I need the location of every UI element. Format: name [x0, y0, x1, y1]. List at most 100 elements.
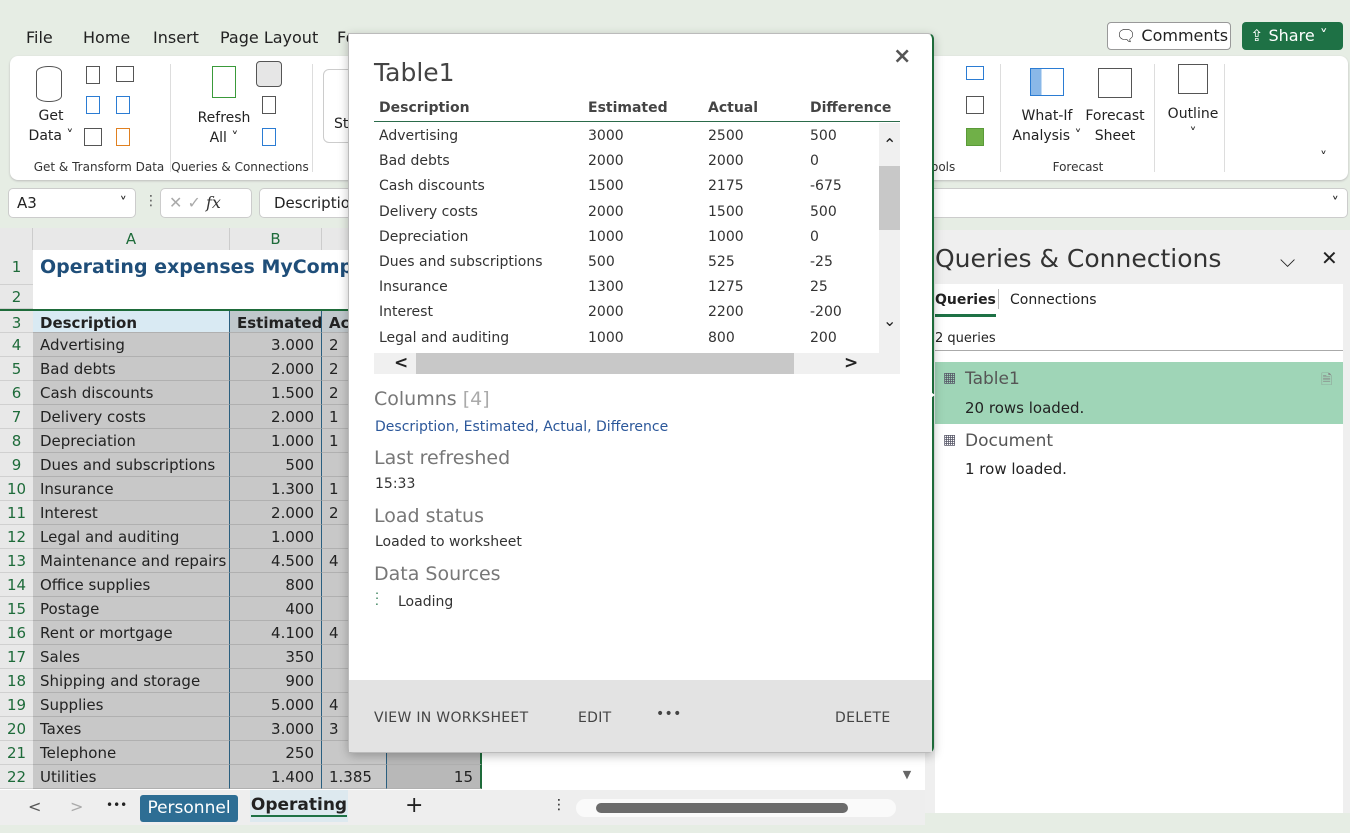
- row-number[interactable]: 14: [0, 573, 33, 597]
- refresh-all-button[interactable]: Refresh All ˅: [196, 108, 252, 148]
- from-web-icon[interactable]: [86, 96, 100, 114]
- cell[interactable]: 2.000: [230, 357, 322, 381]
- preview-vertical-scrollbar[interactable]: ⌃ ⌄: [879, 123, 900, 353]
- scroll-left-icon[interactable]: <: [394, 353, 408, 373]
- scroll-thumb[interactable]: [879, 166, 900, 230]
- cell[interactable]: 1.385: [322, 765, 387, 789]
- row-number[interactable]: 8: [0, 429, 33, 453]
- columns-list[interactable]: Description, Estimated, Actual, Differen…: [375, 419, 668, 435]
- next-sheet-icon[interactable]: >: [70, 797, 83, 816]
- query-item-document[interactable]: ▦ Document 1 row loaded.: [935, 426, 1343, 488]
- view-in-worksheet-button[interactable]: VIEW IN WORKSHEET: [374, 710, 528, 726]
- cell[interactable]: 250: [230, 741, 322, 765]
- cell[interactable]: Advertising: [33, 333, 230, 357]
- cell[interactable]: 1.000: [230, 429, 322, 453]
- tab-split-handle[interactable]: ⋮: [552, 797, 566, 813]
- outline-button[interactable]: Outline ˅: [1160, 104, 1226, 144]
- cell[interactable]: Legal and auditing: [33, 525, 230, 549]
- name-box[interactable]: A3 ˅: [8, 188, 136, 218]
- header-description[interactable]: Description: [33, 311, 230, 333]
- menu-insert[interactable]: Insert: [153, 28, 199, 47]
- cell[interactable]: 1.500: [230, 381, 322, 405]
- cell[interactable]: Insurance: [33, 477, 230, 501]
- tab-queries[interactable]: Queries: [935, 292, 996, 317]
- delete-button[interactable]: DELETE: [835, 710, 890, 726]
- column-header-a[interactable]: A: [33, 228, 230, 250]
- pane-close-icon[interactable]: ✕: [1321, 246, 1338, 270]
- tab-connections[interactable]: Connections: [1010, 292, 1097, 308]
- what-if-analysis-button[interactable]: What-If Analysis ˅: [1010, 106, 1084, 146]
- more-actions-button[interactable]: •••: [656, 706, 682, 722]
- select-all[interactable]: [0, 228, 33, 250]
- existing-connections-icon[interactable]: [116, 128, 130, 146]
- cell[interactable]: Interest: [33, 501, 230, 525]
- popup-close-icon[interactable]: ×: [893, 44, 911, 69]
- row-number[interactable]: 22: [0, 765, 33, 789]
- enter-icon[interactable]: ✓: [188, 193, 207, 212]
- row-number[interactable]: 5: [0, 357, 33, 381]
- cell[interactable]: 800: [230, 573, 322, 597]
- cell[interactable]: Sales: [33, 645, 230, 669]
- cell[interactable]: Rent or mortgage: [33, 621, 230, 645]
- comments-button[interactable]: 🗨 Comments: [1107, 22, 1231, 50]
- tab-operating[interactable]: Operating: [250, 790, 348, 822]
- cell[interactable]: Telephone: [33, 741, 230, 765]
- cell[interactable]: 3.000: [230, 333, 322, 357]
- row-number[interactable]: 15: [0, 597, 33, 621]
- cell[interactable]: 5.000: [230, 693, 322, 717]
- row-number[interactable]: 11: [0, 501, 33, 525]
- row-number[interactable]: 10: [0, 477, 33, 501]
- row-number[interactable]: 18: [0, 669, 33, 693]
- cell[interactable]: Depreciation: [33, 429, 230, 453]
- cancel-icon[interactable]: ✕: [169, 193, 188, 212]
- cell[interactable]: Dues and subscriptions: [33, 453, 230, 477]
- cell[interactable]: Office supplies: [33, 573, 230, 597]
- pane-options-chevron-icon[interactable]: ⌵: [1280, 248, 1295, 272]
- cell[interactable]: 2.000: [230, 501, 322, 525]
- row-number[interactable]: 4: [0, 333, 33, 357]
- recent-sources-icon[interactable]: [116, 96, 130, 114]
- from-table-icon[interactable]: [84, 128, 102, 146]
- data-model-icon[interactable]: [966, 128, 984, 146]
- cell[interactable]: 4.500: [230, 549, 322, 573]
- cell[interactable]: Postage: [33, 597, 230, 621]
- cell[interactable]: Delivery costs: [33, 405, 230, 429]
- menu-home[interactable]: Home: [83, 28, 130, 47]
- edit-button[interactable]: EDIT: [578, 710, 612, 726]
- row-number[interactable]: 16: [0, 621, 33, 645]
- row-number[interactable]: 6: [0, 381, 33, 405]
- cell[interactable]: 1.000: [230, 525, 322, 549]
- cell[interactable]: Bad debts: [33, 357, 230, 381]
- scroll-right-icon[interactable]: >: [844, 353, 858, 373]
- row-number[interactable]: 20: [0, 717, 33, 741]
- menu-file[interactable]: File: [26, 28, 53, 47]
- row-number[interactable]: 7: [0, 405, 33, 429]
- refresh-query-icon[interactable]: 🗎: [1321, 369, 1332, 393]
- share-button[interactable]: ⇪ Share ˅: [1242, 22, 1343, 50]
- collapse-ribbon-chevron-icon[interactable]: ˅: [1320, 150, 1327, 166]
- scroll-up-icon[interactable]: ⌃: [883, 135, 896, 154]
- forecast-sheet-button[interactable]: Forecast Sheet: [1082, 106, 1148, 146]
- scroll-thumb[interactable]: [596, 803, 848, 813]
- horizontal-scrollbar[interactable]: [576, 799, 896, 817]
- cell[interactable]: Shipping and storage: [33, 669, 230, 693]
- more-options-icon[interactable]: ⋮: [144, 193, 158, 209]
- menu-page-layout[interactable]: Page Layout: [220, 28, 318, 47]
- row-number[interactable]: 19: [0, 693, 33, 717]
- cell[interactable]: 4.100: [230, 621, 322, 645]
- scroll-down-icon[interactable]: ⌄: [883, 311, 896, 330]
- cell[interactable]: 3.000: [230, 717, 322, 741]
- more-sheets-icon[interactable]: •••: [106, 798, 127, 812]
- cell[interactable]: 900: [230, 669, 322, 693]
- add-sheet-button[interactable]: +: [405, 793, 423, 818]
- edit-links-icon[interactable]: [262, 128, 276, 146]
- row-number[interactable]: 9: [0, 453, 33, 477]
- cell[interactable]: 1.400: [230, 765, 322, 789]
- row-number[interactable]: 21: [0, 741, 33, 765]
- expand-formula-icon[interactable]: ˅: [1332, 194, 1340, 212]
- header-estimated[interactable]: Estimated: [230, 311, 322, 333]
- cell[interactable]: Maintenance and repairs: [33, 549, 230, 573]
- cell[interactable]: 500: [230, 453, 322, 477]
- cell[interactable]: 350: [230, 645, 322, 669]
- cell[interactable]: 2.000: [230, 405, 322, 429]
